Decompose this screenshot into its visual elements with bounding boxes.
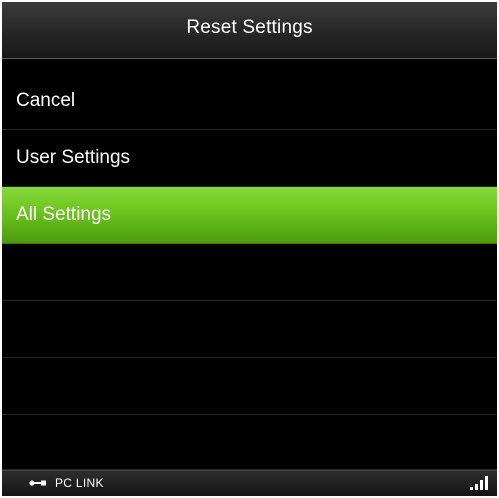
title-bar: Reset Settings <box>2 2 497 59</box>
device-display: Reset Settings Cancel User Settings All … <box>2 2 497 496</box>
empty-menu-row <box>2 244 497 301</box>
empty-menu-row <box>2 358 497 415</box>
settings-menu: Cancel User Settings All Settings <box>2 73 497 470</box>
status-bar: PC LINK <box>2 470 497 496</box>
device-screen: Reset Settings Cancel User Settings All … <box>0 0 499 498</box>
empty-menu-row <box>2 301 497 358</box>
empty-menu-row <box>2 415 497 470</box>
pc-link-label: PC LINK <box>55 476 104 490</box>
menu-item-label: User Settings <box>16 147 131 168</box>
menu-item-user-settings[interactable]: User Settings <box>2 130 497 187</box>
signal-strength-icon <box>470 476 488 490</box>
menu-item-label: Cancel <box>16 90 76 111</box>
menu-item-label: All Settings <box>16 204 112 225</box>
page-title: Reset Settings <box>186 17 313 38</box>
menu-item-cancel[interactable]: Cancel <box>2 73 497 130</box>
usb-link-icon <box>29 480 46 486</box>
menu-item-all-settings[interactable]: All Settings <box>2 187 497 244</box>
